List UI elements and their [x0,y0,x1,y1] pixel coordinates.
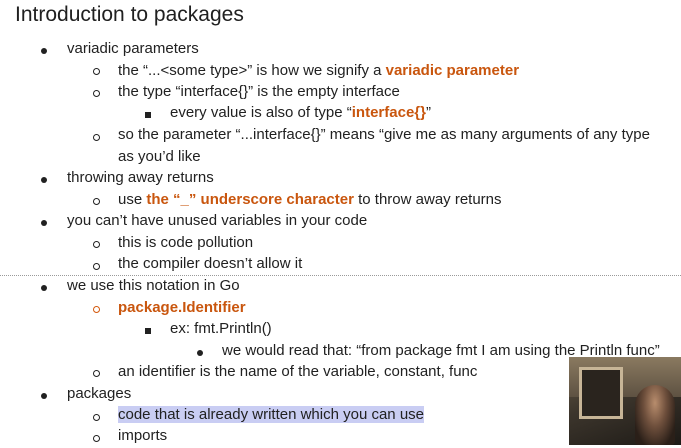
list-item: use the “_” underscore character to thro… [118,191,502,208]
bullet-ring-icon [93,82,100,103]
list-item: imports [118,427,168,444]
list-item: we use this notation in Go [67,277,240,294]
list-item: variadic parameters [67,40,199,57]
list-item: throwing away returns [67,169,214,186]
list-item: package.Identifier [118,299,246,316]
list-item: ex: fmt.Println() [170,320,272,337]
bullet-ring-icon [93,406,100,427]
bullet-ring-orange-icon [93,298,100,319]
bullet-ring-icon [93,362,100,383]
list-item: the type “interface{}” is the empty inte… [118,83,400,100]
list-item: packages [67,385,132,402]
bullet-dot-icon [197,341,203,362]
bullet-ring-icon [93,233,100,254]
list-item-continuation: as you’d like [118,148,201,165]
slide-title: Introduction to packages [15,3,244,26]
list-item: so the parameter “...interface{}” means … [118,126,650,143]
bullet-ring-icon [93,255,100,276]
bullet-dot-icon [41,39,47,60]
bullet-ring-icon [93,126,100,147]
list-item: the “...<some type>” is how we signify a… [118,62,520,79]
bullet-square-icon [145,319,151,340]
list-item: an identifier is the name of the variabl… [118,363,478,380]
list-item: this is code pollution [118,234,254,251]
presenter-video-thumbnail [569,357,681,445]
text-highlight: code that is already written which you c… [118,406,424,423]
bullet-dot-icon [41,384,47,405]
bullet-dot-icon [41,276,47,297]
list-item: every value is also of type “interface{}… [170,104,431,121]
bullet-dot-icon [41,211,47,232]
bullet-square-icon [145,103,151,124]
bullet-dot-icon [41,168,47,189]
bullet-ring-icon [93,60,100,81]
list-item: the compiler doesn’t allow it [118,255,303,272]
list-item: you can’t have unused variables in your … [67,212,368,229]
bullet-ring-icon [93,190,100,211]
list-item: code that is already written which you c… [118,404,424,425]
